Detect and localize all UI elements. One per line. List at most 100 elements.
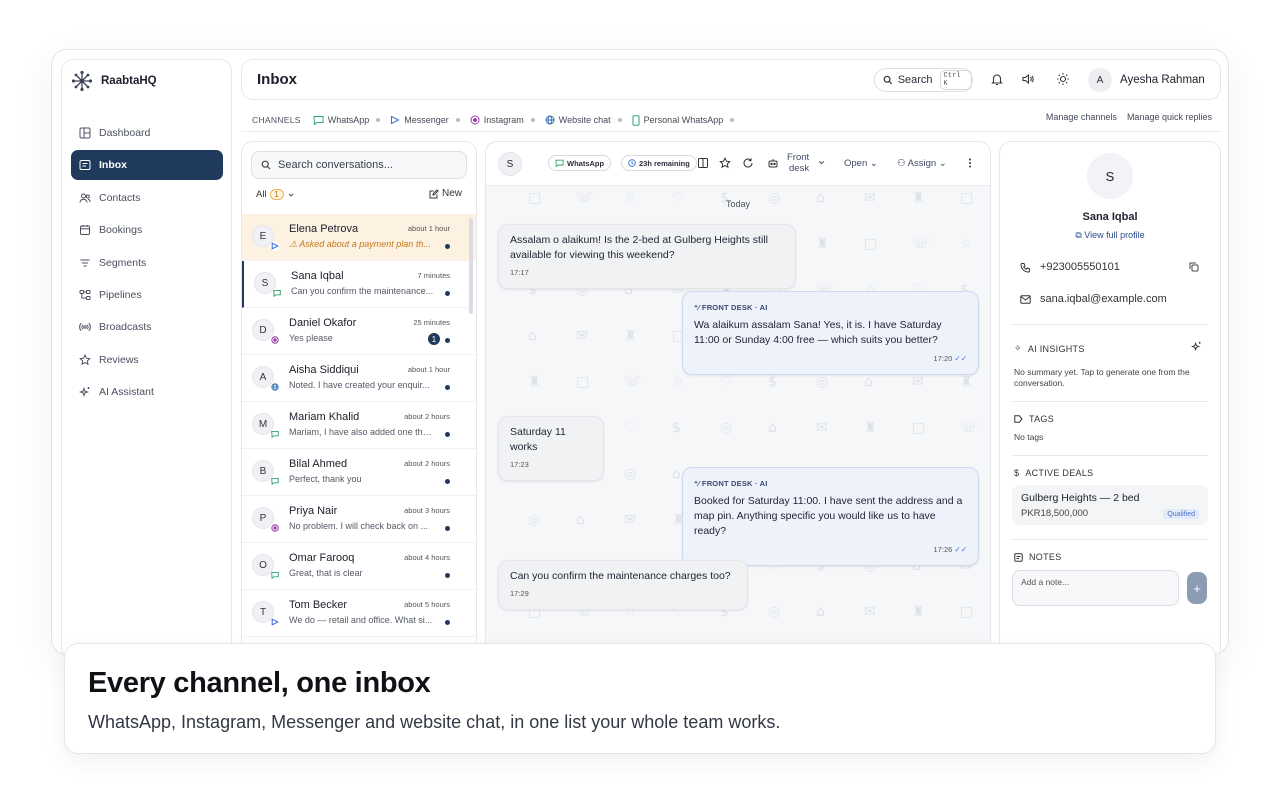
sidebar-item-reviews[interactable]: Reviews	[71, 345, 223, 375]
conversation-row[interactable]: S Sana Iqbal 7 minutes Can you confirm the …	[242, 261, 476, 308]
conversation-row[interactable]: D Daniel Okafor 25 minutes Yes please 1	[242, 308, 476, 355]
sidebar-item-label: Bookings	[99, 224, 143, 237]
manage-channels-link[interactable]: Manage channels	[1046, 112, 1117, 122]
sidebar-item-inbox[interactable]: Inbox	[71, 150, 223, 181]
global-search-button[interactable]: Search Ctrl K	[874, 68, 973, 92]
conversation-row[interactable]: T Tom Becker about 5 hours We do — retail a…	[242, 590, 476, 637]
channel-label: WhatsApp	[327, 115, 370, 125]
conversation-row[interactable]: O Omar Farooq about 4 hours Great, that is …	[242, 543, 476, 590]
sparkle-icon[interactable]	[1191, 341, 1202, 352]
panel-toggle-icon[interactable]	[697, 157, 709, 169]
copy-icon[interactable]	[1189, 262, 1199, 272]
conversation-time: about 3 hours	[404, 506, 450, 515]
channel-instagram[interactable]: Instagram	[470, 115, 535, 125]
sidebar-item-broadcasts[interactable]: Broadcasts	[71, 312, 223, 342]
view-profile-link[interactable]: ⧉ View full profile	[1000, 230, 1220, 241]
conversation-row[interactable]: B Bilal Ahmed about 2 hours Perfect, thank …	[242, 449, 476, 496]
pattern-glyph: □	[576, 374, 589, 390]
star-icon	[79, 353, 91, 365]
message-incoming[interactable]: Saturday 11 works 17:23	[498, 416, 604, 481]
pattern-glyph: ⌂	[768, 420, 777, 436]
message-time: 17:23	[510, 460, 529, 469]
chevron-down-icon[interactable]	[817, 158, 826, 167]
channels-bar: CHANNELS WhatsApp Messenger Instagram We…	[252, 112, 1212, 128]
message-outgoing[interactable]: ⁺⁄ FRONT DESK · AI Booked for Saturday 1…	[682, 467, 979, 566]
sidebar-item-contacts[interactable]: Contacts	[71, 183, 223, 213]
conversation-filter-dropdown[interactable]: All 1	[256, 189, 295, 200]
channel-status-dot	[455, 118, 460, 122]
divider	[1012, 401, 1208, 402]
chevron-down-icon	[288, 193, 293, 197]
conversation-snippet: ⚠ Asked about a payment plan th...	[289, 239, 431, 249]
sidebar-item-label: Segments	[99, 256, 147, 269]
more-vertical-icon[interactable]	[964, 157, 976, 169]
search-icon	[261, 160, 271, 170]
message-text: Assalam o alaikum! Is the 2-bed at Gulbe…	[510, 234, 768, 261]
deal-value: PKR18,500,000	[1021, 508, 1089, 519]
channels-label: CHANNELS	[252, 115, 301, 125]
unread-dot	[445, 244, 450, 249]
search-input[interactable]: Search conversations...	[251, 151, 467, 179]
sender-name: FRONT DESK · AI	[701, 479, 768, 488]
user-menu[interactable]: A Ayesha Rahman	[1088, 68, 1205, 92]
conversation-row[interactable]: E Elena Petrova about 1 hour ⚠ Asked about …	[242, 214, 476, 261]
unread-dot	[445, 291, 450, 296]
unread-dot	[445, 338, 450, 343]
broadcast-icon	[79, 323, 91, 332]
brand[interactable]: RaabtaHQ	[71, 70, 157, 92]
channel-personal-whatsapp[interactable]: Personal WhatsApp	[632, 114, 735, 126]
message-time: 17:29	[510, 589, 529, 598]
sidebar-item-dashboard[interactable]: Dashboard	[71, 118, 223, 148]
team-assignment[interactable]: Front desk	[787, 152, 809, 174]
note-input[interactable]: Add a note...	[1012, 570, 1179, 606]
message-outgoing[interactable]: ⁺⁄ FRONT DESK · AI Wa alaikum assalam Sa…	[682, 291, 979, 375]
pattern-glyph: ☆	[624, 190, 637, 206]
refresh-icon[interactable]	[742, 157, 754, 169]
section-title: AI INSIGHTS	[1027, 343, 1085, 354]
conversation-row[interactable]: M Mariam Khalid about 2 hours Mariam, I hav…	[242, 402, 476, 449]
channel-website-chat[interactable]: Website chat	[545, 115, 622, 125]
new-conversation-button[interactable]: New	[429, 188, 462, 199]
star-icon[interactable]	[719, 157, 731, 169]
section-title: TAGS	[1029, 414, 1055, 424]
pattern-glyph: □	[864, 236, 877, 252]
speaker-icon[interactable]	[1021, 72, 1035, 86]
status-dropdown[interactable]: Open ⌄	[844, 158, 878, 169]
sun-icon[interactable]	[1056, 72, 1070, 86]
pattern-glyph: ☏	[912, 236, 930, 252]
reply-window-pill: 23h remaining	[621, 155, 697, 171]
contact-name: Sana Iqbal	[291, 270, 344, 282]
instagram-icon	[270, 335, 280, 345]
sidebar-item-ai-assistant[interactable]: AI Assistant	[71, 377, 223, 407]
message-incoming[interactable]: Assalam o alaikum! Is the 2-bed at Gulbe…	[498, 224, 796, 289]
sidebar-item-pipelines[interactable]: Pipelines	[71, 280, 223, 310]
channel-messenger[interactable]: Messenger	[390, 115, 460, 125]
channel-pill: WhatsApp	[548, 155, 612, 171]
channel-status-dot	[376, 118, 381, 122]
bell-icon[interactable]	[990, 72, 1004, 86]
message-incoming[interactable]: Can you confirm the maintenance charges …	[498, 560, 748, 610]
scrollbar[interactable]	[469, 218, 473, 314]
caption-title: Every channel, one inbox	[88, 667, 431, 699]
conversation-row[interactable]: P Priya Nair about 3 hours No problem. I wi…	[242, 496, 476, 543]
sender-name: FRONT DESK · AI	[701, 303, 768, 312]
channel-status-dot	[530, 118, 535, 122]
sidebar-item-bookings[interactable]: Bookings	[71, 215, 223, 245]
pattern-glyph: ♜	[528, 374, 541, 390]
bot-icon[interactable]	[767, 157, 779, 169]
contact-name: Elena Petrova	[289, 223, 359, 235]
pipeline-icon	[79, 289, 91, 300]
sidebar-item-segments[interactable]: Segments	[71, 248, 223, 278]
globe-icon	[545, 115, 555, 125]
ai-insights-note[interactable]: No summary yet. Tap to generate one from…	[1014, 367, 1206, 389]
add-note-button[interactable]: +	[1187, 572, 1207, 604]
mail-icon	[1020, 294, 1031, 304]
conversation-row[interactable]: A Aisha Siddiqui about 1 hour Noted. I have…	[242, 355, 476, 402]
pattern-glyph: ⌂	[576, 512, 585, 528]
manage-quick-replies-link[interactable]: Manage quick replies	[1127, 112, 1212, 122]
assign-dropdown[interactable]: ⚇ Assign ⌄	[897, 158, 947, 169]
pattern-glyph: ♜	[864, 420, 877, 436]
channel-whatsapp[interactable]: WhatsApp	[313, 115, 381, 125]
channel-pill-label: WhatsApp	[567, 158, 605, 168]
deal-card[interactable]: Gulberg Heights — 2 bed PKR18,500,000 Qu…	[1012, 485, 1208, 525]
